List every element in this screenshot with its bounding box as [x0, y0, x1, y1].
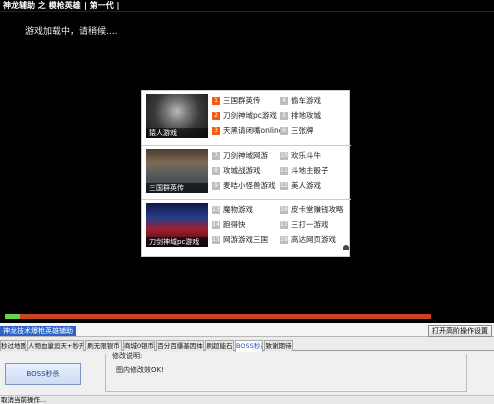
ad-link-label: 魔物游戏 [223, 205, 253, 214]
thumb-caption: 刀剑神域pc游戏 [146, 237, 208, 247]
tab-skip-map[interactable]: 秒过地图 [0, 340, 26, 351]
rank-badge: 17 [280, 221, 288, 229]
advanced-settings-button[interactable]: 打开高阶操作设置 [428, 325, 492, 337]
ad-link-label: 网游游戏三国 [223, 235, 268, 244]
window-title: 神龙辅助 之 模枪英雄 [3, 1, 81, 10]
rank-badge: 5 [280, 112, 288, 120]
ad-link[interactable]: 11 斗地主骰子 [280, 165, 329, 176]
ad-link[interactable]: 6 三张牌 [280, 125, 314, 136]
ad-link-label: 皮卡堂赚钱攻略 [291, 205, 344, 214]
thumb-caption: 猿人游戏 [146, 128, 208, 138]
ad-link[interactable]: 15 网游游戏三国 [212, 234, 268, 245]
loading-text: 游戏加载中，请稍候.... [25, 27, 118, 37]
tab-boss-kill[interactable]: BOSS秒杀 [235, 340, 263, 352]
ad-link[interactable]: 13 魔物游戏 [212, 204, 253, 215]
rank-badge: 4 [280, 97, 288, 105]
ad-link[interactable]: 1 三国群英传 [212, 95, 261, 106]
ad-link-label: 欢乐斗牛 [291, 151, 321, 160]
title-bar: 神龙辅助 之 模枪英雄 | 第一代 | [0, 0, 494, 11]
ad-section: 刀剑神域pc游戏 13 魔物游戏 14 跑得快 15 网游游戏三国 16 皮卡堂赚钱攻略… [142, 199, 351, 252]
ad-link[interactable]: 12 美人游戏 [280, 180, 321, 191]
rank-badge: 14 [212, 221, 220, 229]
ad-link-label: 美人游戏 [291, 181, 321, 190]
rank-badge: 15 [212, 236, 220, 244]
rank-badge: 2 [212, 112, 220, 120]
tab-gene-drop[interactable]: 百分百爆基因体 [156, 340, 204, 351]
description-text: 图内修改效OK! [116, 366, 164, 374]
ad-thumbnail[interactable]: 刀剑神域pc游戏 [146, 203, 208, 247]
tab-content: BOSS秒杀 修改说明: 图内修改效OK! [0, 351, 494, 395]
ad-link[interactable]: 7 刀剑神域网游 [212, 150, 268, 161]
rank-badge: 10 [280, 152, 288, 160]
rank-badge: 18 [280, 236, 288, 244]
rank-badge: 13 [212, 206, 220, 214]
ad-thumbnail[interactable]: 三国群英传 [146, 149, 208, 193]
tab-zero-coin-shop[interactable]: 商城0银币 [123, 340, 155, 351]
ad-link[interactable]: 8 攻城战游戏 [212, 165, 261, 176]
rank-badge: 1 [212, 97, 220, 105]
thumb-caption: 三国群英传 [146, 183, 208, 193]
ad-link[interactable]: 10 欢乐斗牛 [280, 150, 321, 161]
ad-link-label: 偷车游戏 [291, 96, 321, 105]
tab-hp-lock[interactable]: 人物血量追天+秒开 [27, 340, 84, 351]
boss-kill-button[interactable]: BOSS秒杀 [5, 363, 81, 385]
control-panel: 神龙技术爆枪英雄辅助 打开高阶操作设置 秒过地图 人物血量追天+秒开 刷无限银币… [0, 323, 494, 404]
ad-link[interactable]: 4 偷车游戏 [280, 95, 321, 106]
rank-badge: 9 [212, 182, 220, 190]
rank-badge: 12 [280, 182, 288, 190]
ad-section: 猿人游戏 1 三国群英传 2 刀剑神域pc游戏 3 天黑请闭嘴online 4 偷车游戏… [142, 91, 351, 144]
window-subtitle: | 第一代 | [84, 1, 120, 10]
ad-link[interactable]: 3 天黑请闭嘴online [212, 125, 283, 136]
game-ad-popup: 猿人游戏 1 三国群英传 2 刀剑神域pc游戏 3 天黑请闭嘴online 4 偷车游戏… [141, 90, 351, 257]
ad-link-label: 攻城战游戏 [223, 166, 261, 175]
game-area[interactable]: 游戏加载中，请稍候.... 猿人游戏 1 三国群英传 2 刀剑神域pc游戏 3 天黑请… [0, 11, 494, 319]
ad-section: 三国群英传 7 刀剑神域网游 8 攻城战游戏 9 麦咭小怪兽游戏 10 欢乐斗牛 11 斗… [142, 145, 351, 198]
loading-progress-bar [5, 314, 431, 319]
feature-tabs: 秒过地图 人物血量追天+秒开 刷无限银币 商城0银币 百分百爆基因体 刷超能石 … [0, 339, 494, 352]
rank-badge: 11 [280, 167, 288, 175]
panel-title: 神龙技术爆枪英雄辅助 [0, 326, 76, 336]
rank-badge: 3 [212, 127, 220, 135]
rank-badge: 8 [212, 167, 220, 175]
ad-link-label: 跑得快 [223, 220, 246, 229]
ad-link-label: 三国群英传 [223, 96, 261, 105]
ad-link[interactable]: 17 三打一游戏 [280, 219, 329, 230]
tab-infinite-coins[interactable]: 刷无限银币 [85, 340, 122, 351]
ad-link-label: 三张牌 [291, 126, 314, 135]
ad-link[interactable]: 9 麦咭小怪兽游戏 [212, 180, 276, 191]
ad-link-label: 麦咭小怪兽游戏 [223, 181, 276, 190]
tab-thanks[interactable]: 致谢期待 [264, 340, 293, 351]
ad-link[interactable]: 16 皮卡堂赚钱攻略 [280, 204, 344, 215]
rank-badge: 16 [280, 206, 288, 214]
ad-link-label: 斗地主骰子 [291, 166, 329, 175]
description-legend: 修改说明: [110, 351, 145, 361]
ad-link-label: 三打一游戏 [291, 220, 329, 229]
progress-fill [5, 314, 20, 319]
ad-link[interactable]: 5 排地攻城 [280, 110, 321, 121]
cloud-icon[interactable] [343, 245, 349, 250]
ad-link-label: 高达网页游戏 [291, 235, 336, 244]
ad-thumbnail[interactable]: 猿人游戏 [146, 94, 208, 138]
rank-badge: 7 [212, 152, 220, 160]
ad-link[interactable]: 14 跑得快 [212, 219, 246, 230]
ad-link-label: 天黑请闭嘴online [223, 126, 284, 135]
ad-link-label: 刀剑神域pc游戏 [223, 111, 277, 120]
rank-badge: 6 [280, 127, 288, 135]
description-group: 修改说明: 图内修改效OK! [105, 351, 467, 392]
tab-power-stone[interactable]: 刷超能石 [205, 340, 234, 351]
ad-link-label: 刀剑神域网游 [223, 151, 268, 160]
status-bar: 取消当前操作... [0, 395, 494, 404]
ad-link-label: 排地攻城 [291, 111, 321, 120]
panel-header: 神龙技术爆枪英雄辅助 打开高阶操作设置 [0, 323, 494, 337]
ad-link[interactable]: 2 刀剑神域pc游戏 [212, 110, 277, 121]
ad-link[interactable]: 18 高达网页游戏 [280, 234, 336, 245]
